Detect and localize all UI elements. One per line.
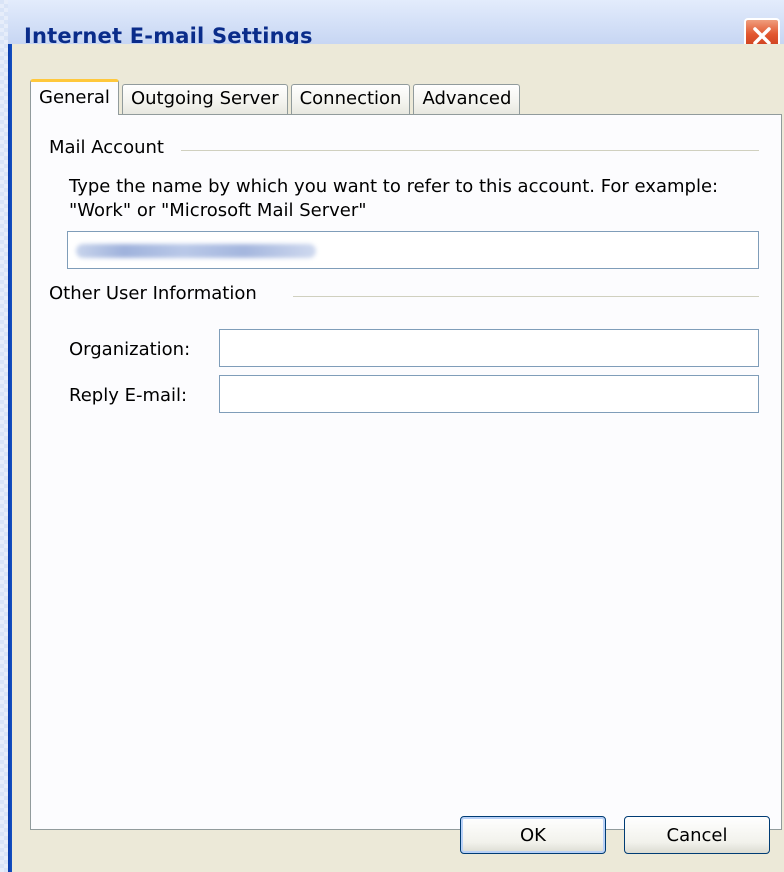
divider bbox=[293, 296, 759, 297]
tab-advanced[interactable]: Advanced bbox=[413, 84, 521, 114]
mail-account-heading: Mail Account bbox=[49, 137, 170, 158]
account-name-input[interactable] bbox=[67, 231, 759, 269]
dialog-window: Internet E-mail Settings General Outgoin… bbox=[8, 0, 784, 872]
tab-connection[interactable]: Connection bbox=[290, 84, 411, 114]
ok-button[interactable]: OK bbox=[460, 816, 606, 854]
dialog-client-area: General Outgoing Server Connection Advan… bbox=[12, 44, 784, 872]
mail-account-description: Type the name by which you want to refer… bbox=[69, 176, 719, 221]
tab-strip: General Outgoing Server Connection Advan… bbox=[30, 79, 523, 115]
divider bbox=[181, 150, 759, 151]
cancel-button[interactable]: Cancel bbox=[624, 816, 770, 854]
other-user-info-heading: Other User Information bbox=[49, 283, 263, 304]
reply-email-input[interactable] bbox=[219, 375, 759, 413]
redacted-account-name bbox=[76, 244, 316, 258]
tab-outgoing-server[interactable]: Outgoing Server bbox=[121, 84, 288, 114]
organization-input[interactable] bbox=[219, 329, 759, 367]
general-tab-panel: Mail Account Type the name by which you … bbox=[30, 114, 782, 830]
organization-label: Organization: bbox=[69, 339, 191, 360]
tab-general[interactable]: General bbox=[30, 79, 119, 115]
reply-email-label: Reply E-mail: bbox=[69, 385, 188, 406]
